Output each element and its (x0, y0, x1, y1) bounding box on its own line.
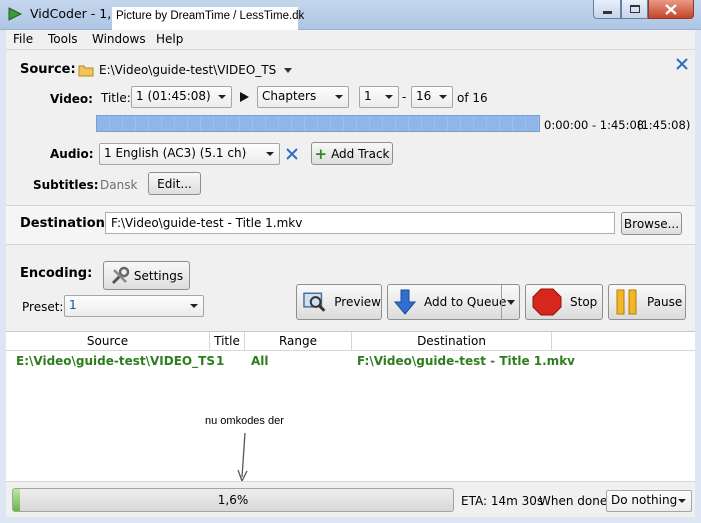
title-select[interactable]: 1 (01:45:08) (131, 86, 232, 108)
column-filler (552, 332, 695, 351)
menu-help[interactable]: Help (156, 32, 183, 46)
add-to-queue-dropdown[interactable] (501, 285, 519, 319)
stop-button[interactable]: Stop (525, 284, 603, 320)
audio-track-value: 1 English (AC3) (5.1 ch) (104, 146, 247, 160)
play-icon[interactable] (239, 91, 250, 103)
video-label: Video: (50, 92, 93, 106)
close-window-button[interactable] (648, 0, 694, 19)
encode-progress-bar: 1,6% (12, 488, 454, 512)
pause-icon (616, 289, 637, 315)
folder-icon (78, 65, 94, 76)
chevron-down-icon (506, 299, 515, 305)
chevron-down-icon (284, 67, 293, 73)
chevron-down-icon (385, 95, 393, 99)
add-to-queue-button[interactable]: Add to Queue (387, 284, 520, 320)
when-done-label: When done: (539, 494, 612, 508)
preview-button[interactable]: Preview (296, 284, 382, 320)
menu-windows[interactable]: Windows (92, 32, 146, 46)
source-selector[interactable]: E:\Video\guide-test\VIDEO_TS (78, 60, 293, 80)
chevron-down-icon (439, 95, 447, 99)
pause-label: Pause (647, 295, 683, 309)
queue-list[interactable]: Source Title Range Destination E:\Video\… (6, 331, 695, 483)
chevron-down-icon (678, 499, 686, 503)
menu-bar: File Tools Windows Help (6, 30, 695, 50)
minimize-icon (602, 10, 612, 14)
add-track-label: Add Track (331, 146, 390, 161)
chevron-down-icon (218, 95, 226, 99)
annotation-text: nu omkodes der (205, 415, 284, 427)
vidcoder-app-icon (8, 7, 22, 21)
edit-subtitles-button[interactable]: Edit... (148, 172, 201, 195)
preview-icon (303, 292, 326, 312)
title-value: 1 (01:45:08) (136, 89, 211, 103)
encoding-label: Encoding: (20, 266, 93, 281)
close-source-icon[interactable] (676, 58, 688, 70)
menu-tools[interactable]: Tools (48, 32, 78, 46)
column-source[interactable]: Source (6, 332, 210, 351)
destination-label: Destination: (20, 216, 111, 231)
range-type-select[interactable]: Chapters (257, 86, 349, 108)
when-done-value: Do nothing (611, 493, 678, 507)
source-label: Source: (20, 62, 76, 77)
chapter-start-value: 1 (364, 89, 372, 103)
table-row[interactable]: E:\Video\guide-test\VIDEO_TS 1 All F:\Vi… (6, 351, 695, 371)
browse-label: Browse... (623, 216, 680, 231)
chevron-down-icon (335, 95, 343, 99)
down-arrow-icon (394, 289, 416, 315)
pause-button[interactable]: Pause (608, 284, 686, 320)
chevron-down-icon (190, 304, 198, 308)
title-label: Title: (101, 91, 131, 105)
title-bar[interactable]: VidCoder - 1,6% (0, 0, 701, 30)
column-title[interactable]: Title (210, 332, 245, 351)
destination-path-input[interactable]: F:\Video\guide-test - Title 1.mkv (105, 212, 615, 234)
watermark-caption: Picture by DreamTime / LessTime.dk (112, 7, 304, 31)
maximize-button[interactable] (621, 0, 648, 19)
chevron-down-icon (266, 152, 274, 156)
add-track-button[interactable]: + Add Track (311, 142, 393, 165)
minimize-button[interactable] (593, 0, 621, 19)
stop-icon (532, 288, 562, 316)
time-range: 0:00:00 - 1:45:08 (544, 118, 645, 132)
browse-button[interactable]: Browse... (621, 212, 682, 235)
audio-track-select[interactable]: 1 English (AC3) (5.1 ch) (99, 143, 280, 165)
subtitles-label: Subtitles: (33, 178, 99, 192)
maximize-icon (629, 5, 640, 13)
chapter-start-select[interactable]: 1 (359, 86, 399, 108)
column-destination[interactable]: Destination (352, 332, 552, 351)
chapter-end-select[interactable]: 16 (411, 86, 453, 108)
tools-icon (111, 266, 130, 284)
eta-text: ETA: 14m 30s (461, 494, 544, 508)
subtitles-value: Dansk (100, 178, 138, 192)
row-destination: F:\Video\guide-test - Title 1.mkv (357, 354, 575, 368)
edit-subtitles-label: Edit... (157, 176, 192, 191)
duration: (1:45:08) (637, 118, 691, 132)
column-range[interactable]: Range (245, 332, 352, 351)
stop-label: Stop (570, 295, 598, 309)
add-to-queue-label: Add to Queue (424, 295, 507, 309)
range-type-value: Chapters (262, 89, 317, 103)
row-source: E:\Video\guide-test\VIDEO_TS (16, 354, 215, 368)
remove-audio-icon[interactable] (286, 148, 298, 160)
progress-text: 1,6% (217, 493, 249, 507)
plus-icon: + (314, 144, 328, 163)
row-range: All (251, 354, 269, 368)
audio-label: Audio: (50, 147, 94, 161)
menu-file[interactable]: File (13, 32, 33, 46)
preset-label: Preset: (22, 300, 64, 314)
chapter-count: of 16 (457, 91, 488, 105)
preview-label: Preview (334, 295, 381, 309)
settings-button[interactable]: Settings (103, 261, 190, 290)
video-timeline-bar[interactable] (96, 115, 540, 132)
preset-value: 1 (69, 298, 77, 312)
row-title: 1 (216, 354, 225, 368)
close-icon (665, 3, 677, 15)
source-path: E:\Video\guide-test\VIDEO_TS (99, 63, 277, 77)
annotation-arrow-icon (237, 432, 248, 483)
chapter-end-value: 16 (416, 89, 432, 103)
preset-select[interactable]: 1 (64, 295, 204, 317)
settings-label: Settings (133, 268, 184, 283)
when-done-select[interactable]: Do nothing (606, 490, 692, 512)
chapter-separator: - (402, 90, 407, 104)
